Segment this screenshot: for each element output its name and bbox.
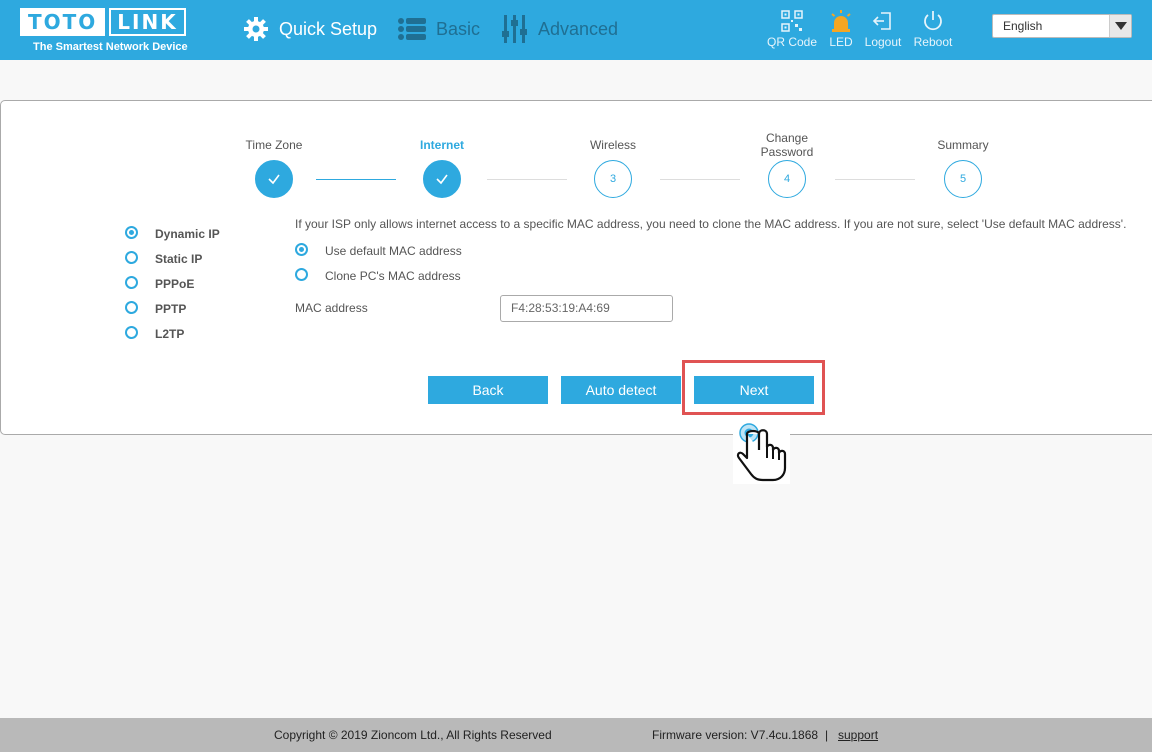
next-button-highlight (682, 360, 825, 415)
radio-static-ip[interactable] (125, 251, 138, 264)
power-icon (924, 11, 942, 31)
support-link[interactable]: support (838, 728, 878, 742)
nav-basic-label: Basic (436, 18, 481, 39)
step-label-change-password-line1: Change (765, 131, 809, 145)
step-label-summary: Summary (937, 138, 989, 152)
led-icon (831, 10, 851, 32)
totolink-logo: TOTO LINK The Smartest Network Device (20, 8, 200, 56)
step-label-change-password-line2: Password (760, 145, 814, 159)
auto-detect-button[interactable]: Auto detect (561, 376, 681, 404)
mac-hint-text: If your ISP only allows internet access … (295, 217, 1127, 231)
led-label: LED (829, 35, 853, 49)
step-connector-2 (487, 179, 567, 180)
mac-address-field[interactable]: F4:28:53:19:A4:69 (500, 295, 673, 322)
logo-link: LINK (109, 8, 186, 36)
radio-default-mac[interactable] (295, 243, 308, 256)
step-circle-internet (423, 160, 461, 198)
nav-quick-setup[interactable]: Quick Setup (243, 14, 377, 44)
pointer-hand-icon (733, 420, 790, 484)
label-default-mac: Use default MAC address (325, 244, 462, 258)
firmware-version: Firmware version: V7.4cu.1868 (652, 728, 819, 742)
label-clone-mac: Clone PC's MAC address (325, 269, 461, 283)
back-button[interactable]: Back (428, 376, 548, 404)
nav-advanced[interactable]: Advanced (502, 14, 618, 44)
logout-label: Logout (864, 35, 902, 49)
list-icon (398, 18, 426, 40)
copyright-text: Copyright © 2019 Zioncom Ltd., All Right… (274, 728, 552, 742)
qr-code-label: QR Code (766, 35, 818, 49)
footer-separator: | (825, 728, 829, 742)
logo-toto: TOTO (20, 8, 106, 36)
step-circle-summary: 5 (944, 160, 982, 198)
radio-l2tp[interactable] (125, 326, 138, 339)
step-connector-4 (835, 179, 915, 180)
footer: Copyright © 2019 Zioncom Ltd., All Right… (0, 718, 1152, 752)
step-label-change-password: Change Password (737, 131, 837, 159)
step-label-time-zone: Time Zone (245, 138, 303, 152)
radio-clone-mac[interactable] (295, 268, 308, 281)
sliders-icon (502, 15, 527, 43)
label-dynamic-ip: Dynamic IP (155, 227, 220, 241)
language-select[interactable]: English (992, 14, 1132, 38)
label-pppoe: PPPoE (155, 277, 195, 291)
radio-dynamic-ip[interactable] (125, 226, 138, 239)
logout-icon (872, 12, 891, 30)
label-static-ip: Static IP (155, 252, 203, 266)
step-circle-change-password: 4 (768, 160, 806, 198)
language-value: English (1003, 19, 1043, 33)
logo-tagline: The Smartest Network Device (33, 41, 188, 53)
step-label-internet: Internet (419, 138, 464, 152)
check-icon (436, 174, 448, 185)
top-bar: TOTO LINK The Smartest Network Device Qu… (0, 0, 1152, 60)
step-connector-3 (660, 179, 740, 180)
radio-pptp[interactable] (125, 301, 138, 314)
nav-advanced-label: Advanced (538, 18, 619, 39)
reboot-label: Reboot (913, 35, 953, 49)
label-pptp: PPTP (155, 302, 187, 316)
mac-address-label: MAC address (295, 301, 368, 315)
step-label-wireless: Wireless (589, 138, 636, 152)
chevron-down-icon[interactable] (1109, 15, 1131, 37)
nav-basic[interactable]: Basic (398, 14, 480, 44)
step-circle-time-zone (255, 160, 293, 198)
label-l2tp: L2TP (155, 327, 185, 341)
step-circle-wireless: 3 (594, 160, 632, 198)
qr-code-icon (781, 10, 803, 32)
radio-pppoe[interactable] (125, 276, 138, 289)
gear-icon (244, 17, 268, 41)
check-icon (268, 174, 280, 185)
nav-quick-setup-label: Quick Setup (279, 18, 378, 39)
step-connector-1 (316, 179, 396, 180)
reboot-button[interactable]: Reboot (903, 10, 963, 49)
